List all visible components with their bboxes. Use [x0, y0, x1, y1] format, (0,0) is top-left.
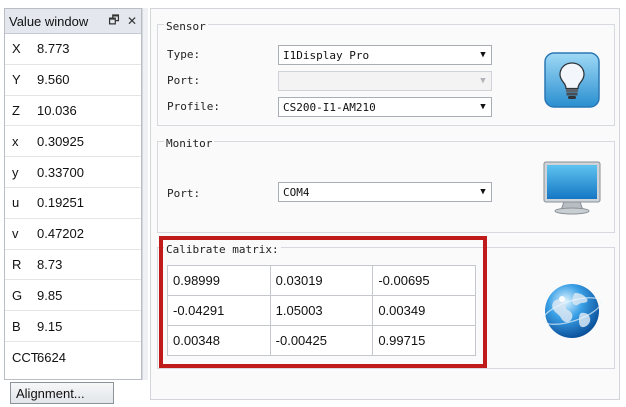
value-row-value: 9.15	[37, 318, 63, 334]
monitor-port-value: COM4	[283, 185, 310, 199]
alignment-button[interactable]: Alignment...	[10, 382, 114, 404]
chevron-down-icon: ▼	[480, 50, 486, 60]
value-row-y: y 0.33700	[5, 157, 141, 188]
value-row-x: X 8.773	[5, 34, 141, 65]
sensor-profile-value: CS200-I1-AM210	[283, 100, 376, 114]
value-row-label: CCT	[12, 349, 39, 365]
value-row-u: u 0.19251	[5, 188, 141, 219]
value-window-splitter[interactable]	[142, 8, 148, 380]
globe-icon[interactable]	[540, 281, 604, 343]
sensor-type-select[interactable]: I1Display Pro ▼	[278, 45, 492, 65]
value-row-v: v 0.47202	[5, 219, 141, 250]
sensor-type-value: I1Display Pro	[283, 48, 370, 62]
value-row-value: 9.560	[37, 72, 70, 88]
highlight-frame	[159, 236, 487, 368]
sensor-port-label: Port:	[167, 74, 201, 87]
value-row-z: Z 10.036	[5, 96, 141, 127]
value-row-label: u	[12, 195, 20, 211]
value-row-value: 0.47202	[37, 226, 84, 242]
value-row-y: Y 9.560	[5, 65, 141, 96]
value-row-value: 0.19251	[37, 195, 84, 211]
value-row-value: 9.85	[37, 287, 63, 303]
sensor-group-title: Sensor	[164, 20, 208, 33]
value-list: X 8.773 Y 9.560 Z 10.036 x 0.30925 y 0.33700 u 0.19…	[5, 34, 141, 373]
value-window-title: Value window	[9, 13, 89, 29]
value-row-label: G	[12, 287, 23, 303]
sensor-port-select[interactable]: ▼	[278, 71, 492, 91]
value-row-r: R 8.73	[5, 250, 141, 281]
monitor-group-title: Monitor	[164, 137, 215, 150]
value-window-title-bar: Value window 🗗 ✕	[5, 9, 141, 34]
pin-icon[interactable]: 🗗	[105, 11, 123, 32]
sensor-profile-select[interactable]: CS200-I1-AM210 ▼	[278, 97, 492, 117]
value-row-label: Y	[12, 72, 21, 88]
value-row-cct: CCT 6624	[5, 342, 141, 373]
value-row-label: y	[12, 164, 19, 180]
value-row-label: v	[12, 226, 19, 242]
value-row-b: B 9.15	[5, 311, 141, 342]
value-row-label: B	[12, 318, 21, 334]
value-row-value: 6624	[37, 349, 66, 365]
monitor-port-select[interactable]: COM4 ▼	[278, 182, 492, 202]
lightbulb-icon[interactable]	[544, 52, 600, 108]
value-row-value: 0.30925	[37, 133, 84, 149]
value-row-value: 0.33700	[37, 164, 84, 180]
value-row-label: R	[12, 256, 22, 272]
value-row-value: 8.773	[37, 41, 70, 57]
sensor-profile-label: Profile:	[167, 100, 220, 113]
value-window: Value window 🗗 ✕ X 8.773 Y 9.560 Z 10.036 x 0.3…	[4, 8, 142, 380]
chevron-down-icon: ▼	[480, 187, 486, 197]
monitor-icon[interactable]	[540, 160, 604, 216]
monitor-port-label: Port:	[167, 187, 201, 200]
value-row-label: Z	[12, 102, 20, 118]
close-icon[interactable]: ✕	[123, 14, 141, 28]
chevron-down-icon: ▼	[480, 102, 486, 112]
value-row-x: x 0.30925	[5, 126, 141, 158]
value-row-label: x	[12, 133, 19, 149]
value-row-g: G 9.85	[5, 280, 141, 312]
chevron-down-icon: ▼	[480, 76, 486, 86]
value-row-value: 8.73	[37, 256, 63, 272]
sensor-type-label: Type:	[167, 48, 201, 61]
value-row-label: X	[12, 41, 21, 57]
value-row-value: 10.036	[37, 102, 77, 118]
